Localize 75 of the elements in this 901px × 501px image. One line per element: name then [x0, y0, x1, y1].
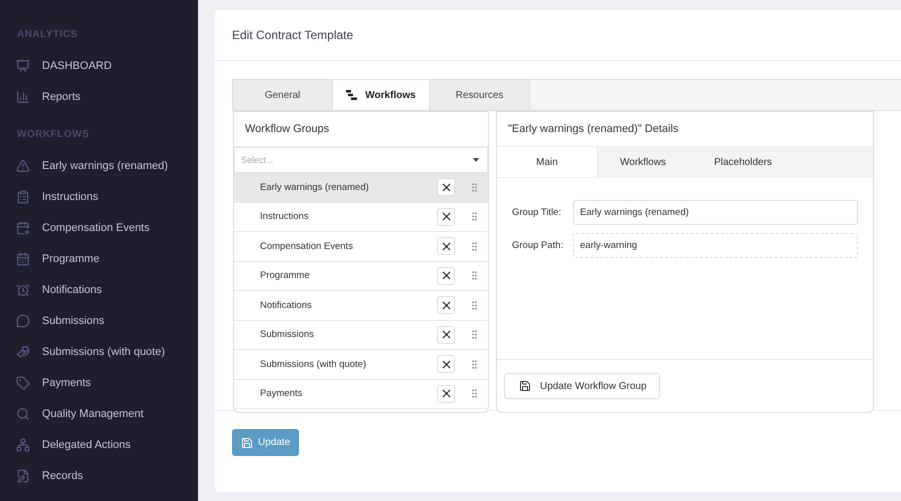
save-icon	[519, 380, 531, 392]
close-icon	[440, 210, 452, 224]
calendar-plus-icon	[16, 220, 30, 234]
tab[interactable]: Main	[497, 147, 598, 177]
update-group-button[interactable]: Update Workflow Group	[504, 373, 660, 399]
close-icon	[440, 328, 452, 342]
presentation-icon	[16, 58, 30, 72]
drag-handle-icon[interactable]	[469, 388, 480, 400]
sidebar-item[interactable]: Early warnings (renamed)	[0, 150, 198, 181]
tab[interactable]: Workflows	[333, 80, 430, 110]
remove-button[interactable]	[437, 237, 455, 256]
sidebar-item[interactable]: Programme	[0, 243, 198, 274]
list-row[interactable]: Early warnings (renamed)	[234, 173, 488, 202]
remove-button[interactable]	[437, 266, 455, 285]
document-edit-icon	[16, 468, 30, 482]
list-row[interactable]: Instructions	[234, 202, 488, 232]
sidebar-item[interactable]: Records	[0, 460, 198, 491]
sidebar-item[interactable]: Submissions (with quote)	[0, 336, 198, 367]
field-label: Group Path:	[512, 240, 564, 251]
save-icon	[241, 436, 253, 448]
sidebar-item[interactable]: Compensation Events	[0, 212, 198, 243]
alarm-clock-icon	[16, 282, 30, 296]
drag-handle-icon[interactable]	[469, 240, 480, 252]
sidebar-item[interactable]: Notifications	[0, 274, 198, 305]
chat-bubble-icon	[16, 314, 30, 328]
close-icon	[440, 180, 452, 194]
remove-button[interactable]	[437, 208, 455, 226]
remove-button[interactable]	[437, 355, 455, 374]
tab[interactable]: General	[233, 80, 333, 110]
stacked-bars-icon	[346, 90, 358, 100]
close-icon	[440, 358, 452, 371]
calendar-icon	[16, 252, 30, 266]
sidebar-section-heading: WORKFLOWS	[16, 128, 90, 142]
sidebar-section-heading: ANALYTICS	[16, 28, 79, 42]
sidebar-item[interactable]: DASHBOARD	[0, 50, 198, 81]
drag-handle-icon[interactable]	[469, 270, 480, 282]
caret-icon	[473, 158, 479, 162]
remove-button[interactable]	[437, 384, 455, 403]
field-label: Group Title:	[512, 207, 562, 218]
tab[interactable]: Resources	[430, 80, 530, 110]
sidebar-item[interactable]: Submissions	[0, 305, 198, 336]
sidebar-item[interactable]: Instructions	[0, 181, 198, 212]
hand-heart-icon	[16, 344, 30, 358]
text-field[interactable]: early-warning	[573, 233, 858, 258]
sidebar-item[interactable]: Reports	[0, 81, 198, 112]
drag-handle-icon[interactable]	[469, 300, 480, 311]
tab[interactable]: Workflows	[598, 147, 688, 177]
bar-chart-icon	[16, 90, 30, 104]
sidebar-item[interactable]: Delegated Actions	[0, 429, 198, 460]
panel-title: Workflow Groups	[245, 123, 330, 135]
list-row[interactable]: Submissions	[234, 320, 488, 350]
drag-handle-icon[interactable]	[469, 182, 480, 193]
close-icon	[440, 269, 452, 282]
close-icon	[440, 298, 452, 312]
close-icon	[440, 387, 452, 400]
sidebar-item[interactable]: Payments	[0, 367, 198, 398]
remove-button[interactable]	[437, 178, 455, 196]
close-icon	[440, 240, 452, 253]
tab[interactable]: Placeholders	[688, 147, 798, 177]
page-title: Edit Contract Template	[232, 28, 354, 42]
drag-handle-icon[interactable]	[469, 358, 480, 370]
list-icon	[16, 190, 30, 204]
sidebar-item[interactable]: Quality Management	[0, 398, 198, 429]
drag-handle-icon[interactable]	[469, 211, 480, 222]
drag-handle-icon[interactable]	[469, 329, 480, 340]
text-field[interactable]: Early warnings (renamed)	[573, 200, 858, 225]
warning-icon	[16, 158, 30, 172]
search-icon	[16, 406, 30, 420]
tag-icon	[16, 376, 30, 390]
panel-title: "Early warnings (renamed)" Details	[508, 123, 678, 135]
remove-button[interactable]	[437, 326, 455, 344]
remove-button[interactable]	[437, 296, 455, 314]
list-row[interactable]: Payments	[234, 380, 488, 409]
list-row[interactable]: Programme	[234, 262, 488, 291]
network-icon	[16, 438, 30, 452]
